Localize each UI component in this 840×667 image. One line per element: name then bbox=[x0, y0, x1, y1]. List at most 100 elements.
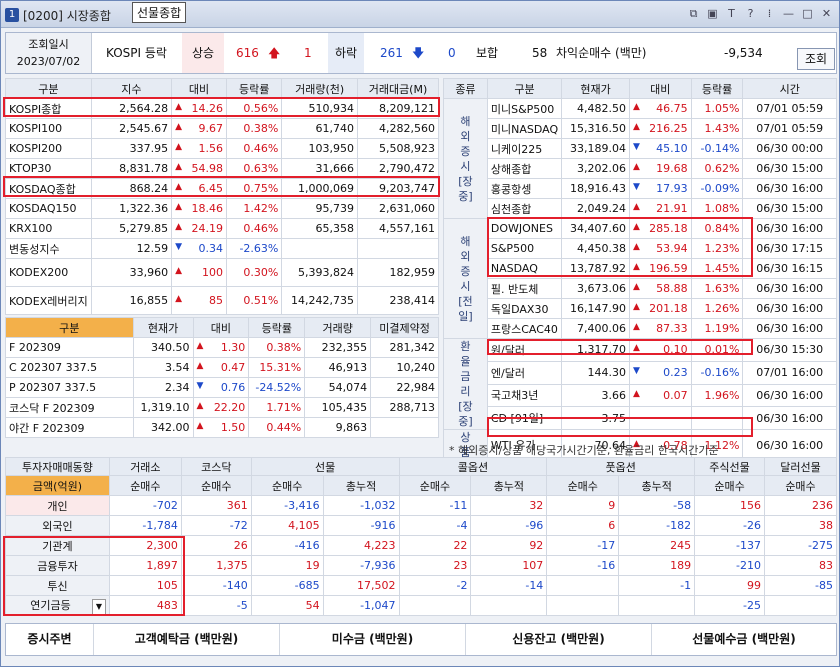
table-row[interactable]: KODEX200 33,960 ▲ 100 0.30% 5,393,824 182,959 bbox=[5, 258, 440, 287]
table-row[interactable]: CD [91일] 3.75 06/30 16:00 bbox=[444, 406, 837, 430]
up-triangle-icon: ▲ bbox=[633, 202, 640, 212]
investor-value: -5 bbox=[180, 595, 252, 616]
table-row[interactable]: 변동성지수 12.59 ▼ 0.34 -2.63% bbox=[5, 238, 440, 259]
down-triangle-icon: ▼ bbox=[633, 366, 640, 377]
table-row[interactable]: 독일DAX30 16,147.90 ▲ 201.18 1.26% 06/30 16:00 bbox=[444, 298, 837, 319]
investor-value: -25 bbox=[694, 595, 765, 616]
world-group-label: 해외증시[전일] bbox=[443, 218, 488, 339]
table-row[interactable]: KOSPI200 337.95 ▲ 1.56 0.46% 103,950 5,508,923 bbox=[5, 138, 440, 159]
minimize-icon[interactable]: — bbox=[782, 7, 795, 20]
table-row[interactable]: 국고채3년 3.66 ▲ 0.07 1.96% 06/30 16:00 bbox=[444, 383, 837, 408]
up-triangle-icon: ▲ bbox=[175, 162, 183, 172]
market-overview-window: 1 [0200] 시장종합 선물종합 ⧉ ▣ T ? ⁞ — □ ✕ 조회일시 2… bbox=[0, 0, 840, 667]
investor-value: 4,105 bbox=[250, 515, 324, 536]
table-row[interactable]: P 202307 337.5 2.34 ▼ 0.76 -24.52% 54,074 22,9… bbox=[5, 377, 439, 398]
dropdown-arrow-icon[interactable]: ▼ bbox=[91, 598, 106, 615]
maximize-icon[interactable]: □ bbox=[801, 7, 814, 20]
world-price: 3.75 bbox=[561, 406, 630, 430]
table-row[interactable]: KODEX레버리지 16,855 ▲ 85 0.51% 14,242,735 238,414 bbox=[5, 286, 440, 315]
timezone-note: * 해외증시/상품 해당국가시간기준, 환율금리 한국시간기준 bbox=[449, 444, 719, 457]
world-price: 1,317.70 bbox=[561, 338, 630, 362]
down-triangle-icon: ▼ bbox=[196, 381, 204, 391]
table-row[interactable]: 연기금등 ▼ 483 -5 54 -1,047 -25 bbox=[5, 595, 837, 616]
table-row[interactable]: 니케이225 33,189.04 ▼ 45.10 -0.14% 06/30 00:00 bbox=[444, 138, 837, 159]
investor-value: 1,897 bbox=[108, 555, 182, 576]
index-table: 구분 지수 대비 등락률 거래량(천) 거래대금(M) KOSPI종합 2,564.28 ▲ 14… bbox=[5, 78, 440, 315]
world-name: 프랑스CAC40 bbox=[486, 318, 563, 339]
table-row[interactable]: 투신 105 -140 -685 17,502 -2 -14 -1 99 -85 bbox=[5, 575, 837, 596]
world-time: 06/30 15:30 bbox=[742, 338, 837, 362]
index-value: 1,322.36 bbox=[90, 198, 173, 219]
index-change: ▲ 1.56 bbox=[171, 138, 227, 159]
table-row[interactable]: KOSPI종합 2,564.28 ▲ 14.26 0.56% 510,934 8,209,1… bbox=[5, 98, 440, 119]
table-row[interactable]: KOSPI100 2,545.67 ▲ 9.67 0.38% 61,740 4,282,56… bbox=[5, 118, 440, 139]
table-row[interactable]: C 202307 337.5 3.54 ▲ 0.47 15.31% 46,913 10,24… bbox=[5, 357, 439, 378]
fut-rate: -24.52% bbox=[248, 377, 306, 398]
investor-value: 107 bbox=[470, 555, 548, 576]
world-change: ▲ 53.94 bbox=[629, 238, 692, 259]
index-volume: 31,666 bbox=[281, 158, 358, 179]
table-row[interactable]: 개인 -702 361 -3,416 -1,032 -11 32 9 -58 156 236 bbox=[5, 495, 837, 516]
fut-change: ▼ 0.76 bbox=[192, 377, 250, 398]
help-icon[interactable]: ? bbox=[744, 7, 757, 20]
table-row[interactable]: KOSDAQ종합 868.24 ▲ 6.45 0.75% 1,000,069 9,203,7… bbox=[5, 178, 440, 199]
investor-name: 투신 bbox=[5, 575, 110, 596]
world-price: 13,787.92 bbox=[561, 258, 630, 279]
change-value: 201.18 bbox=[649, 302, 688, 315]
flat-count: 58 bbox=[532, 46, 548, 60]
table-row[interactable]: 홍콩항셍 18,916.43 ▼ 17.93 -0.09% 06/30 16:00 bbox=[444, 178, 837, 199]
investor-value: 9 bbox=[546, 495, 620, 516]
idx-header: 지수 bbox=[90, 78, 173, 99]
investor-value: -275 bbox=[764, 535, 837, 556]
link-icon[interactable]: ⧉ bbox=[687, 7, 700, 20]
index-name: KOSDAQ종합 bbox=[5, 178, 92, 199]
table-row[interactable]: 외국인 -1,784 -72 4,105 -916 -4 -96 6 -182 -26 38 bbox=[5, 515, 837, 536]
etf-name: KODEX레버리지 bbox=[5, 286, 92, 315]
change-value: 54.98 bbox=[191, 162, 224, 175]
change-value: 18.46 bbox=[191, 202, 224, 215]
table-row[interactable]: NASDAQ 13,787.92 ▲ 196.59 1.45% 06/30 16:15 bbox=[444, 258, 837, 279]
table-row[interactable]: 프랑스CAC40 7,400.06 ▲ 87.33 1.19% 06/30 16:00 bbox=[444, 318, 837, 339]
investor-subheader: 순매수 bbox=[694, 475, 765, 496]
close-icon[interactable]: ✕ bbox=[820, 7, 833, 20]
world-time: 07/01 05:59 bbox=[742, 98, 837, 119]
layout-icon[interactable]: ▣ bbox=[706, 7, 719, 20]
investor-name: 연기금등 ▼ bbox=[5, 595, 110, 616]
table-row[interactable]: 야간 F 202309 342.00 ▲ 1.50 0.44% 9,863 bbox=[5, 417, 439, 438]
world-time: 06/30 16:00 bbox=[742, 178, 837, 199]
table-row[interactable]: 금융투자 1,897 1,375 19 -7,936 23 107 -16 189 -210 83 bbox=[5, 555, 837, 576]
investor-header: 풋옵션 bbox=[546, 457, 696, 476]
table-row[interactable]: 해외증시[장중] 미니S&P500 4,482.50 ▲ 46.75 1.05% 07/01… bbox=[443, 98, 837, 219]
font-icon[interactable]: T bbox=[725, 7, 738, 20]
world-price: 15,316.50 bbox=[561, 118, 630, 139]
change-value: 85 bbox=[209, 294, 223, 307]
query-button[interactable]: 조회 bbox=[797, 48, 835, 70]
world-price: 3.66 bbox=[561, 383, 630, 408]
index-volume bbox=[281, 238, 358, 259]
table-row[interactable]: 코스닥 F 202309 1,319.10 ▲ 22.20 1.71% 105,435 28… bbox=[5, 397, 439, 418]
table-row[interactable]: F 202309 340.50 ▲ 1.30 0.38% 232,355 281,342 bbox=[5, 337, 439, 358]
table-row[interactable]: 엔/달러 144.30 ▼ 0.23 -0.16% 07/01 16:00 bbox=[444, 360, 837, 385]
table-row[interactable]: 해외증시[전일] DOWJONES 34,407.60 ▲ 285.18 0.84% 06/… bbox=[443, 218, 837, 339]
table-row[interactable]: 미니NASDAQ 15,316.50 ▲ 216.25 1.43% 07/01 05:59 bbox=[444, 118, 837, 139]
table-row[interactable]: KRX100 5,279.85 ▲ 24.19 0.46% 65,358 4,557,161 bbox=[5, 218, 440, 239]
investor-value: -72 bbox=[180, 515, 252, 536]
investor-value: 236 bbox=[764, 495, 837, 516]
fut-header: 현재가 bbox=[132, 317, 194, 338]
table-row[interactable]: S&P500 4,450.38 ▲ 53.94 1.23% 06/30 17:15 bbox=[444, 238, 837, 259]
table-row[interactable]: KOSDAQ150 1,322.36 ▲ 18.46 1.42% 95,739 2,631,… bbox=[5, 198, 440, 219]
pin-icon[interactable]: ⁞ bbox=[763, 7, 776, 20]
investor-value bbox=[618, 595, 696, 616]
etf-change: ▲ 85 bbox=[171, 286, 227, 315]
table-row[interactable]: 환율금리[장중] 원/달러 1,317.70 ▲ 0.10 0.01% 06/30 15:3… bbox=[443, 338, 837, 430]
table-row[interactable]: 기관계 2,300 26 -416 4,223 22 92 -17 245 -137 -275 bbox=[5, 535, 837, 556]
investor-value: 17,502 bbox=[322, 575, 400, 596]
table-row[interactable]: 필. 반도체 3,673.06 ▲ 58.88 1.63% 06/30 16:00 bbox=[444, 278, 837, 299]
table-row[interactable]: 상해종합 3,202.06 ▲ 19.68 0.62% 06/30 15:00 bbox=[444, 158, 837, 179]
investor-value: -17 bbox=[546, 535, 620, 556]
world-rate: 1.08% bbox=[690, 198, 744, 219]
table-row[interactable]: KTOP30 8,831.78 ▲ 54.98 0.63% 31,666 2,790,472 bbox=[5, 158, 440, 179]
investor-subheader: 금액(억원) bbox=[5, 475, 110, 496]
investor-value: -1,032 bbox=[322, 495, 400, 516]
table-row[interactable]: 심천종합 2,049.24 ▲ 21.91 1.08% 06/30 15:00 bbox=[444, 198, 837, 219]
